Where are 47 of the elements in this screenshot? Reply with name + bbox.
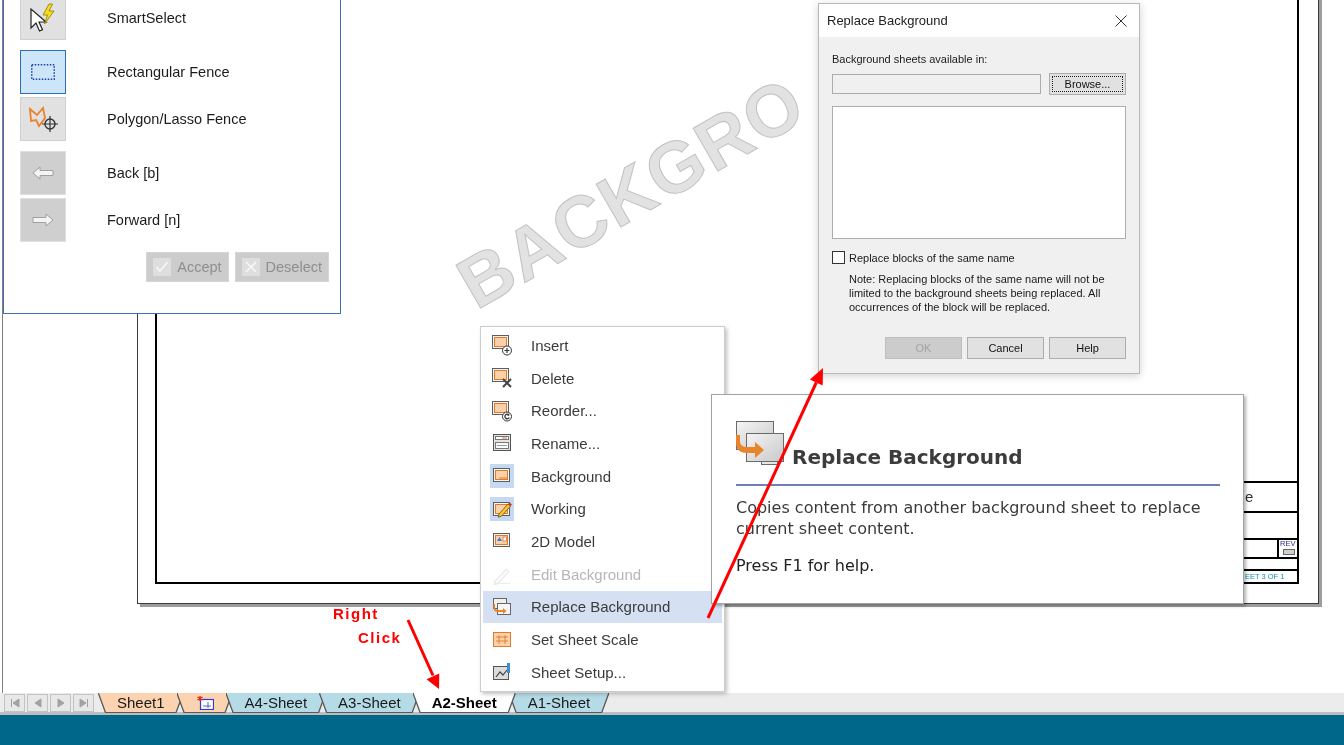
dotted-rectangle-icon xyxy=(31,64,55,80)
annotation-text: Click xyxy=(358,630,402,646)
menu-item[interactable]: Insert xyxy=(483,329,722,362)
menu-item[interactable]: Set Sheet Scale xyxy=(483,623,722,656)
left-arrow-icon xyxy=(32,166,54,180)
title-block-text: e xyxy=(1245,489,1254,504)
cursor-lightning-icon xyxy=(29,3,57,33)
tool-label: Forward [n] xyxy=(107,212,181,228)
check-icon xyxy=(153,258,172,276)
tool-label: Rectangular Fence xyxy=(107,64,230,80)
frame-star-icon xyxy=(195,695,214,710)
dialog-title: Replace Background xyxy=(827,13,948,28)
small-rectangle-icon xyxy=(1283,549,1295,555)
sheets-arrow-icon xyxy=(736,421,784,465)
browse-button[interactable]: Browse... xyxy=(1049,73,1126,95)
tool-label: Back [b] xyxy=(107,165,160,181)
tab-scroll-button[interactable] xyxy=(73,694,94,712)
annotation-text: Right xyxy=(333,606,379,622)
sheet-tab[interactable]: A2-Sheet xyxy=(413,693,515,712)
sheet-list-box[interactable] xyxy=(832,106,1126,239)
checkbox-label: Replace blocks of the same name xyxy=(849,251,1015,264)
tooltip-hint: Press F1 for help. xyxy=(736,555,876,576)
menu-item[interactable]: Delete xyxy=(483,361,722,395)
menu-item[interactable]: Replace Background xyxy=(483,590,722,624)
cancel-button[interactable]: Cancel xyxy=(967,337,1044,359)
triangle-right-icon xyxy=(55,698,66,708)
tab-scroll-button[interactable] xyxy=(27,694,48,712)
tooltip-title: Replace Background xyxy=(792,445,1023,469)
tab-scroll-button[interactable] xyxy=(4,694,25,712)
checkbox[interactable] xyxy=(832,251,845,264)
note-text: Note: Replacing blocks of the same name will not be limited to the background sheets being replaced. All occurrences of the block will be replaced. xyxy=(849,272,1106,314)
close-icon xyxy=(1115,14,1127,27)
skip-to-start-icon xyxy=(9,698,20,708)
annotation-arrow xyxy=(406,619,440,689)
lasso-crosshair-icon xyxy=(28,106,58,132)
tool-button[interactable] xyxy=(20,50,66,94)
tool-label: Polygon/Lasso Fence xyxy=(107,111,247,127)
field-label: Background sheets available in: xyxy=(832,53,988,66)
skip-to-end-icon xyxy=(78,698,89,708)
help-button[interactable]: Help xyxy=(1049,337,1126,359)
cross-icon xyxy=(241,258,260,276)
path-input-field[interactable] xyxy=(832,74,1041,94)
menu-item[interactable]: Sheet Setup... xyxy=(483,655,722,689)
tool-label: SmartSelect xyxy=(107,10,186,26)
triangle-left-icon xyxy=(32,698,43,708)
tab-scroll-button[interactable] xyxy=(50,694,71,712)
right-arrow-icon xyxy=(32,213,54,227)
